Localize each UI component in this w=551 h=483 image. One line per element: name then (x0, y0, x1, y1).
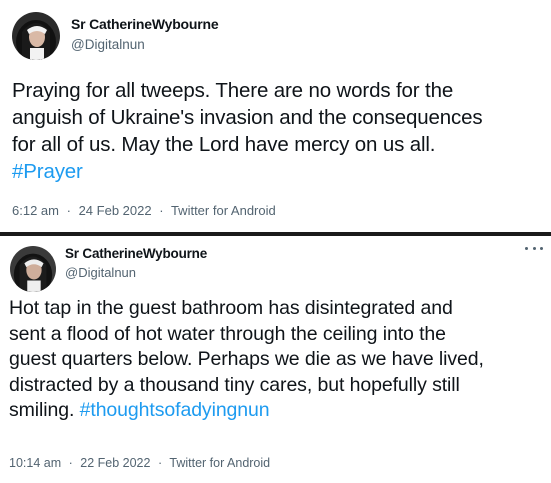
tweet-meta: 10:14 am · 22 Feb 2022 · Twitter for And… (9, 456, 270, 470)
tweet-text: Hot tap in the guest bathroom has disint… (9, 296, 484, 424)
author-handle[interactable]: @Digitalnun (71, 37, 145, 52)
more-dot (532, 246, 536, 250)
tweet-date[interactable]: 24 Feb 2022 (79, 203, 152, 218)
avatar[interactable] (12, 12, 60, 60)
tweet-text-fragment: smiling. (9, 399, 80, 421)
meta-separator: · (68, 456, 73, 470)
meta-separator: · (157, 456, 163, 470)
tweet-text-last-line: smiling. #thoughtsofadyingnun (9, 398, 484, 424)
more-horizontal-icon[interactable] (525, 242, 543, 254)
more-dot (525, 246, 528, 250)
tweet-text-line: guest quarters below. Perhaps we die as … (9, 348, 484, 370)
hashtag-link[interactable]: #thoughtsofadyingnun (80, 399, 270, 421)
author-handle[interactable]: @Digitalnun (65, 265, 136, 280)
tweet-text-line: anguish of Ukraine's invasion and the co… (12, 106, 483, 129)
tweet-time[interactable]: 10:14 am (9, 456, 61, 470)
hashtag-link[interactable]: #Prayer (12, 158, 483, 185)
tweet-text-line: Praying for all tweeps. There are no wor… (12, 79, 454, 102)
avatar[interactable] (10, 246, 56, 292)
meta-separator: · (159, 203, 164, 218)
tweet-date[interactable]: 22 Feb 2022 (80, 456, 150, 470)
tweet-card: Sr CatherineWybourne @Digitalnun Praying… (0, 0, 551, 234)
tweet-time[interactable]: 6:12 am (12, 203, 59, 218)
tweet-text-line: for all of us. May the Lord have mercy o… (12, 133, 436, 156)
avatar-image (10, 246, 56, 292)
author-display-name[interactable]: Sr CatherineWybourne (65, 246, 207, 261)
meta-separator: · (66, 203, 71, 218)
tweet-text-line: sent a flood of hot water through the ce… (9, 322, 446, 345)
tweet-text-line: distracted by a thousand tiny cares, but… (9, 373, 460, 396)
more-dot (540, 246, 543, 250)
tweet-source[interactable]: Twitter for Android (169, 456, 270, 470)
tweet-source[interactable]: Twitter for Android (171, 203, 276, 218)
author-display-name[interactable]: Sr CatherineWybourne (71, 16, 219, 32)
tweet-card: Sr CatherineWybourne @Digitalnun Hot tap… (0, 236, 551, 483)
avatar-image (12, 12, 60, 60)
tweet-text-line: Hot tap in the guest bathroom has disint… (9, 297, 453, 319)
tweet-meta: 6:12 am · 24 Feb 2022 · Twitter for Andr… (12, 203, 276, 218)
tweet-text: Praying for all tweeps. There are no wor… (12, 77, 483, 185)
